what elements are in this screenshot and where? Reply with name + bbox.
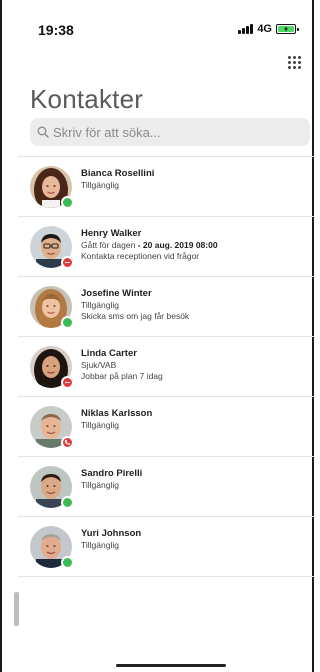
avatar [30,226,74,269]
search-input[interactable] [53,124,293,140]
contact-name: Sandro Pirelli [81,468,143,479]
contact-status: Sjuk/VAB [81,360,117,370]
contact-name: Niklas Karlsson [81,408,153,419]
divider [18,396,314,397]
contact-row-josefine-winter[interactable]: Josefine Winter Tillgänglig Skicka sms o… [18,280,314,339]
status-do-not-disturb-icon [61,256,74,269]
side-button [14,592,19,626]
status-available-icon [61,316,74,329]
contact-name: Henry Walker [81,228,142,239]
status-indicators: 4G [238,23,299,35]
avatar [30,286,74,329]
contact-row-sandro-pirelli[interactable]: Sandro Pirelli Tillgänglig [18,460,314,519]
divider [18,576,314,577]
contact-status: Tillgänglig [81,420,119,430]
network-type: 4G [257,23,272,35]
divider [18,216,314,217]
avatar [30,466,74,509]
status-available-icon [61,556,74,569]
contact-row-bianca-rosellini[interactable]: Bianca Rosellini Tillgänglig [18,160,314,219]
contact-message: Skicka sms om jag får besök [81,311,190,321]
contact-status-until: - 20 aug. 2019 08:00 [137,240,218,250]
contact-status: Tillgänglig [81,300,119,310]
contact-status: Tillgänglig [81,180,119,190]
divider [18,156,314,157]
page-title: Kontakter [30,84,144,114]
status-time: 19:38 [38,22,74,38]
contact-status: Tillgänglig [81,540,119,550]
divider [18,336,314,337]
signal-icon [238,24,254,34]
contact-name: Yuri Johnson [81,528,142,539]
search-bar[interactable] [30,118,310,146]
status-available-icon [61,496,74,509]
contact-message: Jobbar på plan 7 idag [81,371,163,381]
contact-row-linda-carter[interactable]: Linda Carter Sjuk/VAB Jobbar på plan 7 i… [18,340,314,399]
contact-status-line: Gått för dagen - 20 aug. 2019 08:00 [81,240,311,251]
contact-message: Kontakta receptionen vid frågor [81,251,200,261]
home-indicator[interactable] [116,664,226,667]
status-on-call-icon [61,436,74,449]
contact-name: Josefine Winter [81,288,152,299]
status-do-not-disturb-icon [61,376,74,389]
contact-status: Tillgänglig [81,480,119,490]
divider [18,516,314,517]
device-frame-left [0,0,2,672]
divider [18,276,314,277]
dialpad-icon[interactable] [286,54,302,70]
battery-icon [276,24,299,34]
status-available-icon [61,196,74,209]
avatar [30,166,74,209]
status-bar: 19:38 4G [0,0,314,44]
contact-status: Gått för dagen [81,240,136,250]
contact-row-henry-walker[interactable]: Henry Walker Gått för dagen - 20 aug. 20… [18,220,314,279]
avatar [30,526,74,569]
contact-name: Linda Carter [81,348,137,359]
avatar [30,406,74,449]
divider [18,456,314,457]
avatar [30,346,74,389]
contact-row-niklas-karlsson[interactable]: Niklas Karlsson Tillgänglig [18,400,314,459]
contact-row-yuri-johnson[interactable]: Yuri Johnson Tillgänglig [18,520,314,579]
search-icon [37,126,49,138]
contact-name: Bianca Rosellini [81,168,155,179]
